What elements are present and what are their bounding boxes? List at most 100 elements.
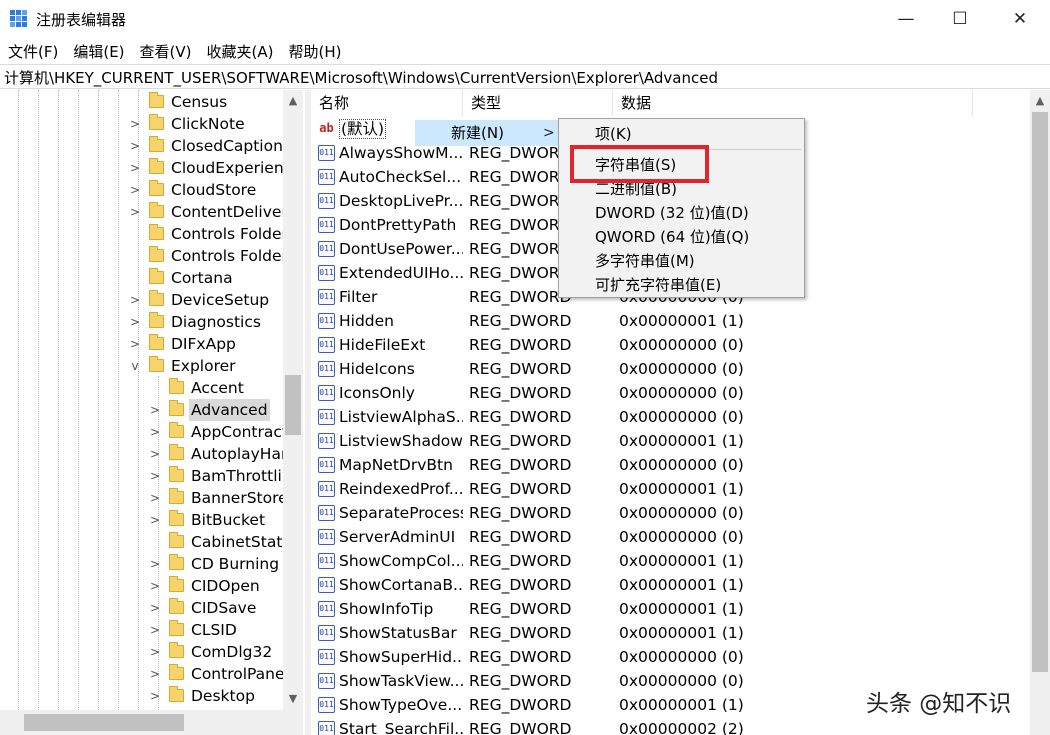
chevron-right-icon[interactable]: > — [148, 556, 162, 572]
menu-item-multi-string-value[interactable]: 多字符串值(M) — [559, 249, 804, 273]
menu-file[interactable]: 文件(F) — [0, 38, 65, 64]
tree-item[interactable]: Accent — [0, 377, 283, 399]
tree-item[interactable]: > ControlPanel — [0, 663, 289, 685]
menu-item-dword-value[interactable]: DWORD (32 位)值(D) — [559, 201, 804, 225]
menu-help[interactable]: 帮助(H) — [280, 38, 348, 64]
tree-item[interactable]: > BitBucket — [0, 509, 283, 531]
tree-horizontal-scrollbar[interactable] — [0, 710, 303, 735]
tree-item[interactable]: > ContentDelivery — [0, 201, 297, 223]
chevron-right-icon[interactable] — [148, 380, 162, 396]
column-header-type[interactable]: 类型 — [463, 90, 613, 116]
tree-item[interactable]: > CloudExperienc — [0, 157, 292, 179]
table-row[interactable]: 011 ListviewShadow REG_DWORD 0x00000001 (1) — [311, 429, 1030, 453]
tree-item[interactable]: > CD Burning — [0, 553, 283, 575]
tree-item[interactable]: > Diagnostics — [0, 311, 283, 333]
tree-item[interactable]: > AutoplayHar — [0, 443, 287, 465]
table-row[interactable]: 011 Start_SearchFil... REG_DWORD 0x00000002… — [311, 717, 1030, 735]
maximize-button[interactable]: ☐ — [936, 0, 984, 38]
scroll-thumb[interactable] — [285, 375, 301, 435]
scroll-thumb[interactable] — [24, 714, 184, 731]
tree-item[interactable]: > CloudStore — [0, 179, 283, 201]
chevron-right-icon[interactable]: > — [128, 292, 142, 308]
chevron-right-icon[interactable] — [148, 534, 162, 550]
tree-vertical-scrollbar[interactable]: ▲ ▼ — [283, 90, 303, 710]
context-menu-new[interactable]: 新建(N) > — [415, 120, 561, 146]
column-header-data[interactable]: 数据 — [613, 90, 973, 116]
chevron-right-icon[interactable]: > — [148, 688, 162, 704]
table-row[interactable]: 011 IconsOnly REG_DWORD 0x00000000 (0) — [311, 381, 1030, 405]
table-row[interactable]: 011 Hidden REG_DWORD 0x00000001 (1) — [311, 309, 1030, 333]
chevron-right-icon[interactable]: > — [148, 666, 162, 682]
table-row[interactable]: 011 MapNetDrvBtn REG_DWORD 0x00000000 (0) — [311, 453, 1030, 477]
list-vertical-scrollbar[interactable]: ▲ — [1030, 90, 1050, 735]
tree-item[interactable]: v Explorer — [0, 355, 283, 377]
scroll-up-icon[interactable]: ▲ — [1030, 92, 1050, 110]
chevron-right-icon[interactable] — [128, 94, 142, 110]
address-bar[interactable]: 计算机\HKEY_CURRENT_USER\SOFTWARE\Microsoft… — [0, 64, 1050, 89]
chevron-right-icon[interactable]: > — [148, 512, 162, 528]
table-row[interactable]: 011 ShowInfoTip REG_DWORD 0x00000001 (1) — [311, 597, 1030, 621]
chevron-right-icon[interactable]: > — [148, 644, 162, 660]
chevron-right-icon[interactable]: > — [148, 490, 162, 506]
close-button[interactable]: ✕ — [996, 0, 1044, 38]
tree-item[interactable]: > ClosedCaptioni — [0, 135, 287, 157]
table-row[interactable]: 011 ShowSuperHid... REG_DWORD 0x00000000 (0… — [311, 645, 1030, 669]
chevron-right-icon[interactable]: > — [148, 468, 162, 484]
menu-item-expandable-string-value[interactable]: 可扩充字符串值(E) — [559, 273, 804, 297]
chevron-right-icon[interactable]: > — [148, 622, 162, 638]
tree-item[interactable]: Cortana — [0, 267, 283, 289]
tree-item[interactable]: > DIFxApp — [0, 333, 283, 355]
menu-item-key[interactable]: 项(K) — [559, 122, 804, 146]
chevron-right-icon[interactable]: > — [128, 182, 142, 198]
chevron-right-icon[interactable]: > — [148, 402, 162, 418]
table-row[interactable]: 011 HideFileExt REG_DWORD 0x00000000 (0) — [311, 333, 1030, 357]
chevron-right-icon[interactable] — [128, 226, 142, 242]
menu-item-qword-value[interactable]: QWORD (64 位)值(Q) — [559, 225, 804, 249]
table-row[interactable]: 011 SeparateProcess REG_DWORD 0x00000000 (0… — [311, 501, 1030, 525]
chevron-right-icon[interactable]: > — [128, 204, 142, 220]
tree-item[interactable]: > CIDSave — [0, 597, 283, 619]
table-row[interactable]: 011 ShowCompCol... REG_DWORD 0x00000001 (1) — [311, 549, 1030, 573]
tree-item[interactable]: Controls Folder — [0, 223, 288, 245]
table-row[interactable]: 011 ShowStatusBar REG_DWORD 0x00000001 (1) — [311, 621, 1030, 645]
tree-item[interactable]: > Advanced — [0, 399, 283, 421]
tree-item[interactable]: > CLSID — [0, 619, 283, 641]
menu-favorites[interactable]: 收藏夹(A) — [199, 38, 281, 64]
chevron-right-icon[interactable]: > — [148, 578, 162, 594]
table-row[interactable]: 011 ShowCortanaB... REG_DWORD 0x00000001 (1… — [311, 573, 1030, 597]
chevron-right-icon[interactable]: > — [128, 138, 142, 154]
tree-item[interactable]: > DeviceSetup — [0, 289, 283, 311]
chevron-right-icon[interactable]: > — [148, 446, 162, 462]
tree-item[interactable]: Census — [0, 91, 283, 113]
chevron-right-icon[interactable] — [128, 248, 142, 264]
chevron-right-icon[interactable]: > — [128, 314, 142, 330]
chevron-right-icon[interactable]: > — [148, 424, 162, 440]
table-row[interactable]: 011 ServerAdminUI REG_DWORD 0x00000000 (0) — [311, 525, 1030, 549]
menu-view[interactable]: 查看(V) — [132, 38, 199, 64]
minimize-button[interactable]: — — [882, 0, 930, 38]
chevron-right-icon[interactable] — [128, 270, 142, 286]
table-row[interactable]: 011 HideIcons REG_DWORD 0x00000000 (0) — [311, 357, 1030, 381]
value-type: REG_DWORD — [469, 432, 572, 450]
chevron-right-icon[interactable]: > — [128, 116, 142, 132]
tree-item[interactable]: > AppContract — [0, 421, 288, 443]
column-header-name[interactable]: 名称 — [311, 90, 463, 116]
scroll-down-icon[interactable]: ▼ — [283, 690, 303, 708]
scroll-up-icon[interactable]: ▲ — [283, 92, 303, 110]
chevron-down-icon[interactable]: v — [128, 358, 142, 374]
tree-item[interactable]: > BamThrottlin — [0, 465, 292, 487]
chevron-right-icon[interactable]: > — [148, 600, 162, 616]
tree-item[interactable]: > ClickNote — [0, 113, 283, 135]
tree-item[interactable]: > ComDlg32 — [0, 641, 283, 663]
tree-item[interactable]: Controls Folder — [0, 245, 288, 267]
table-row[interactable]: 011 ReindexedProf... REG_DWORD 0x00000001 (… — [311, 477, 1030, 501]
chevron-right-icon[interactable]: > — [128, 160, 142, 176]
menu-edit[interactable]: 编辑(E) — [65, 38, 131, 64]
scroll-thumb[interactable] — [1032, 112, 1048, 672]
chevron-right-icon[interactable]: > — [128, 336, 142, 352]
tree-item[interactable]: CabinetState — [0, 531, 292, 553]
tree-item[interactable]: > Desktop — [0, 685, 283, 707]
tree-item[interactable]: > CIDOpen — [0, 575, 283, 597]
tree-item[interactable]: > BannerStore — [0, 487, 288, 509]
table-row[interactable]: 011 ListviewAlphaS... REG_DWORD 0x00000000 … — [311, 405, 1030, 429]
